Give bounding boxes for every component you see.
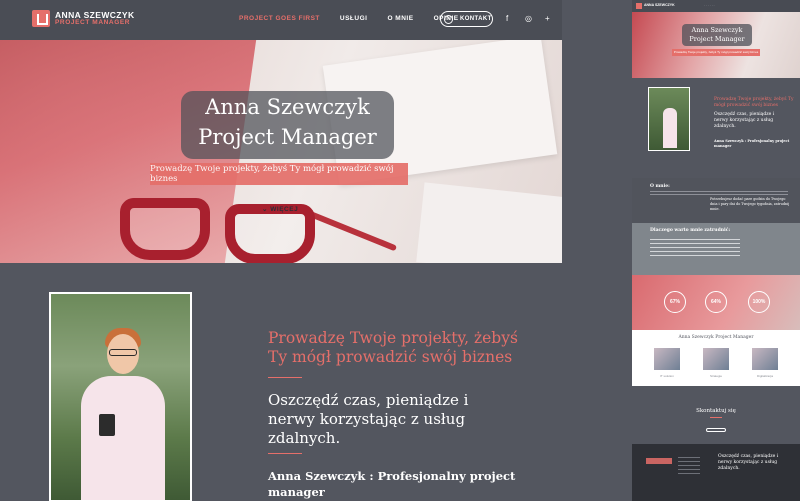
stat-circle: 67%	[664, 291, 686, 313]
preview-logo-icon	[636, 3, 642, 9]
divider	[268, 377, 302, 378]
preview-about-name: Anna Szewczyk : Profesjonalny project ma…	[714, 139, 790, 148]
preview-about-heading: Prowadzę Twoje projekty, żebyś Ty mógł p…	[714, 97, 794, 108]
footer-text: Oszczędź czas, pieniądze i nerwy korzyst…	[718, 454, 779, 471]
facebook-icon[interactable]: f	[506, 14, 508, 23]
plus-icon[interactable]: +	[545, 14, 550, 23]
hero-title-line-1: Anna Szewczyk	[205, 95, 370, 119]
about-heading: Prowadzę Twoje projekty, żebyś Ty mógł p…	[268, 329, 518, 366]
logo-subtitle: PROJECT MANAGER	[55, 18, 131, 26]
portfolio-thumbnail[interactable]	[703, 348, 729, 370]
fullpage-preview: ANNA SZEWCZYK · · · · · · Anna Szewczyk …	[632, 0, 800, 501]
preview-nav: ANNA SZEWCZYK · · · · · ·	[632, 0, 800, 12]
footer-links	[678, 457, 700, 477]
thumbnail-label: IT solution	[660, 374, 674, 378]
portfolio-thumbnail[interactable]	[752, 348, 778, 370]
preview-logo-name: ANNA SZEWCZYK	[644, 3, 675, 7]
preview-contact-button[interactable]	[706, 428, 726, 432]
more-link[interactable]: ⌄ WIĘCEJ	[262, 205, 298, 213]
thumbnail-label: Digitalizacja	[756, 374, 773, 378]
arrow-right-icon: ›	[444, 14, 453, 24]
portrait-photo	[49, 292, 192, 501]
preview-footer: Oszczędź czas, pieniądze i nerwy korzyst…	[632, 444, 800, 501]
preview-stats: 67% 64% 100%	[632, 275, 800, 330]
thumbnail-label: Strategie	[709, 374, 722, 378]
preview-about: Prowadzę Twoje projekty, żebyś Ty mógł p…	[632, 78, 800, 178]
hero-title: Anna Szewczyk Project Manager	[181, 92, 394, 152]
desktop-preview: ANNA SZEWCZYK PROJECT MANAGER PROJECT GO…	[0, 0, 562, 501]
menu-item-project-goes-first[interactable]: PROJECT GOES FIRST	[239, 15, 320, 22]
hero-title-line-2: Project Manager	[198, 125, 377, 149]
logo-name: ANNA SZEWCZYK	[55, 9, 135, 20]
menu-item-uslugi[interactable]: USŁUGI	[340, 15, 368, 22]
preview-portfolio-title: Anna Szewczyk Project Manager	[678, 335, 754, 340]
chevron-down-icon: ⌄	[262, 206, 268, 213]
preview-about-body: Oszczędź czas, pieniądze i nerwy korzyst…	[714, 112, 775, 129]
divider	[710, 417, 722, 418]
preview-portrait	[648, 87, 690, 151]
preview-contact-title: Skontaktuj się	[696, 408, 736, 414]
about-name: Anna Szewczyk : Profesjonalny project ma…	[268, 469, 516, 499]
preview-menu: · · · · · ·	[704, 4, 715, 7]
divider	[268, 453, 302, 454]
page-stage: ANNA SZEWCZYK PROJECT MANAGER PROJECT GO…	[0, 0, 800, 501]
contact-button[interactable]: › KONTAKT	[440, 11, 493, 27]
preview-hero-title: Anna Szewczyk Project Manager	[682, 24, 752, 46]
preview-why: Dlaczego warto mnie zatrudnić:	[632, 223, 800, 275]
preview-hero: Anna Szewczyk Project Manager Prowadzę T…	[632, 12, 800, 78]
preview-portfolio: Anna Szewczyk Project Manager IT solutio…	[632, 330, 800, 386]
hero-section: Anna Szewczyk Project Manager Prowadzę T…	[0, 40, 562, 263]
preview-o-mnie-title: O mnie:	[650, 184, 670, 189]
about-section: Prowadzę Twoje projekty, żebyś Ty mógł p…	[0, 263, 562, 501]
top-nav: ANNA SZEWCZYK PROJECT MANAGER PROJECT GO…	[0, 0, 562, 40]
more-link-label: WIĘCEJ	[270, 206, 299, 213]
hero-paper-image	[416, 182, 562, 263]
about-body: Oszczędź czas, pieniądze i nerwy korzyst…	[268, 391, 469, 447]
menu-item-o-mnie[interactable]: O MNIE	[387, 15, 413, 22]
preview-o-mnie-text: Potrzebujesz dodać pare godzin do Twojeg…	[710, 197, 790, 211]
contact-button-label: KONTAKT	[460, 16, 492, 22]
footer-logo	[646, 458, 672, 464]
preview-hero-tagline: Prowadzę Twoje projekty, żebyś Ty mógł p…	[672, 49, 760, 56]
preview-contact: Skontaktuj się	[632, 386, 800, 444]
preview-why-title: Dlaczego warto mnie zatrudnić:	[650, 228, 731, 233]
logo[interactable]: ANNA SZEWCZYK PROJECT MANAGER	[32, 10, 135, 27]
stat-circle: 64%	[705, 291, 727, 313]
instagram-icon[interactable]: ◎	[525, 14, 532, 23]
stat-circle: 100%	[748, 291, 770, 313]
preview-text-lines	[650, 239, 740, 259]
preview-o-mnie: O mnie: Potrzebujesz dodać pare godzin d…	[632, 178, 800, 223]
portfolio-thumbnail[interactable]	[654, 348, 680, 370]
hero-tagline: Prowadzę Twoje projekty, żebyś Ty mógł p…	[150, 163, 408, 185]
logo-icon	[32, 10, 50, 27]
